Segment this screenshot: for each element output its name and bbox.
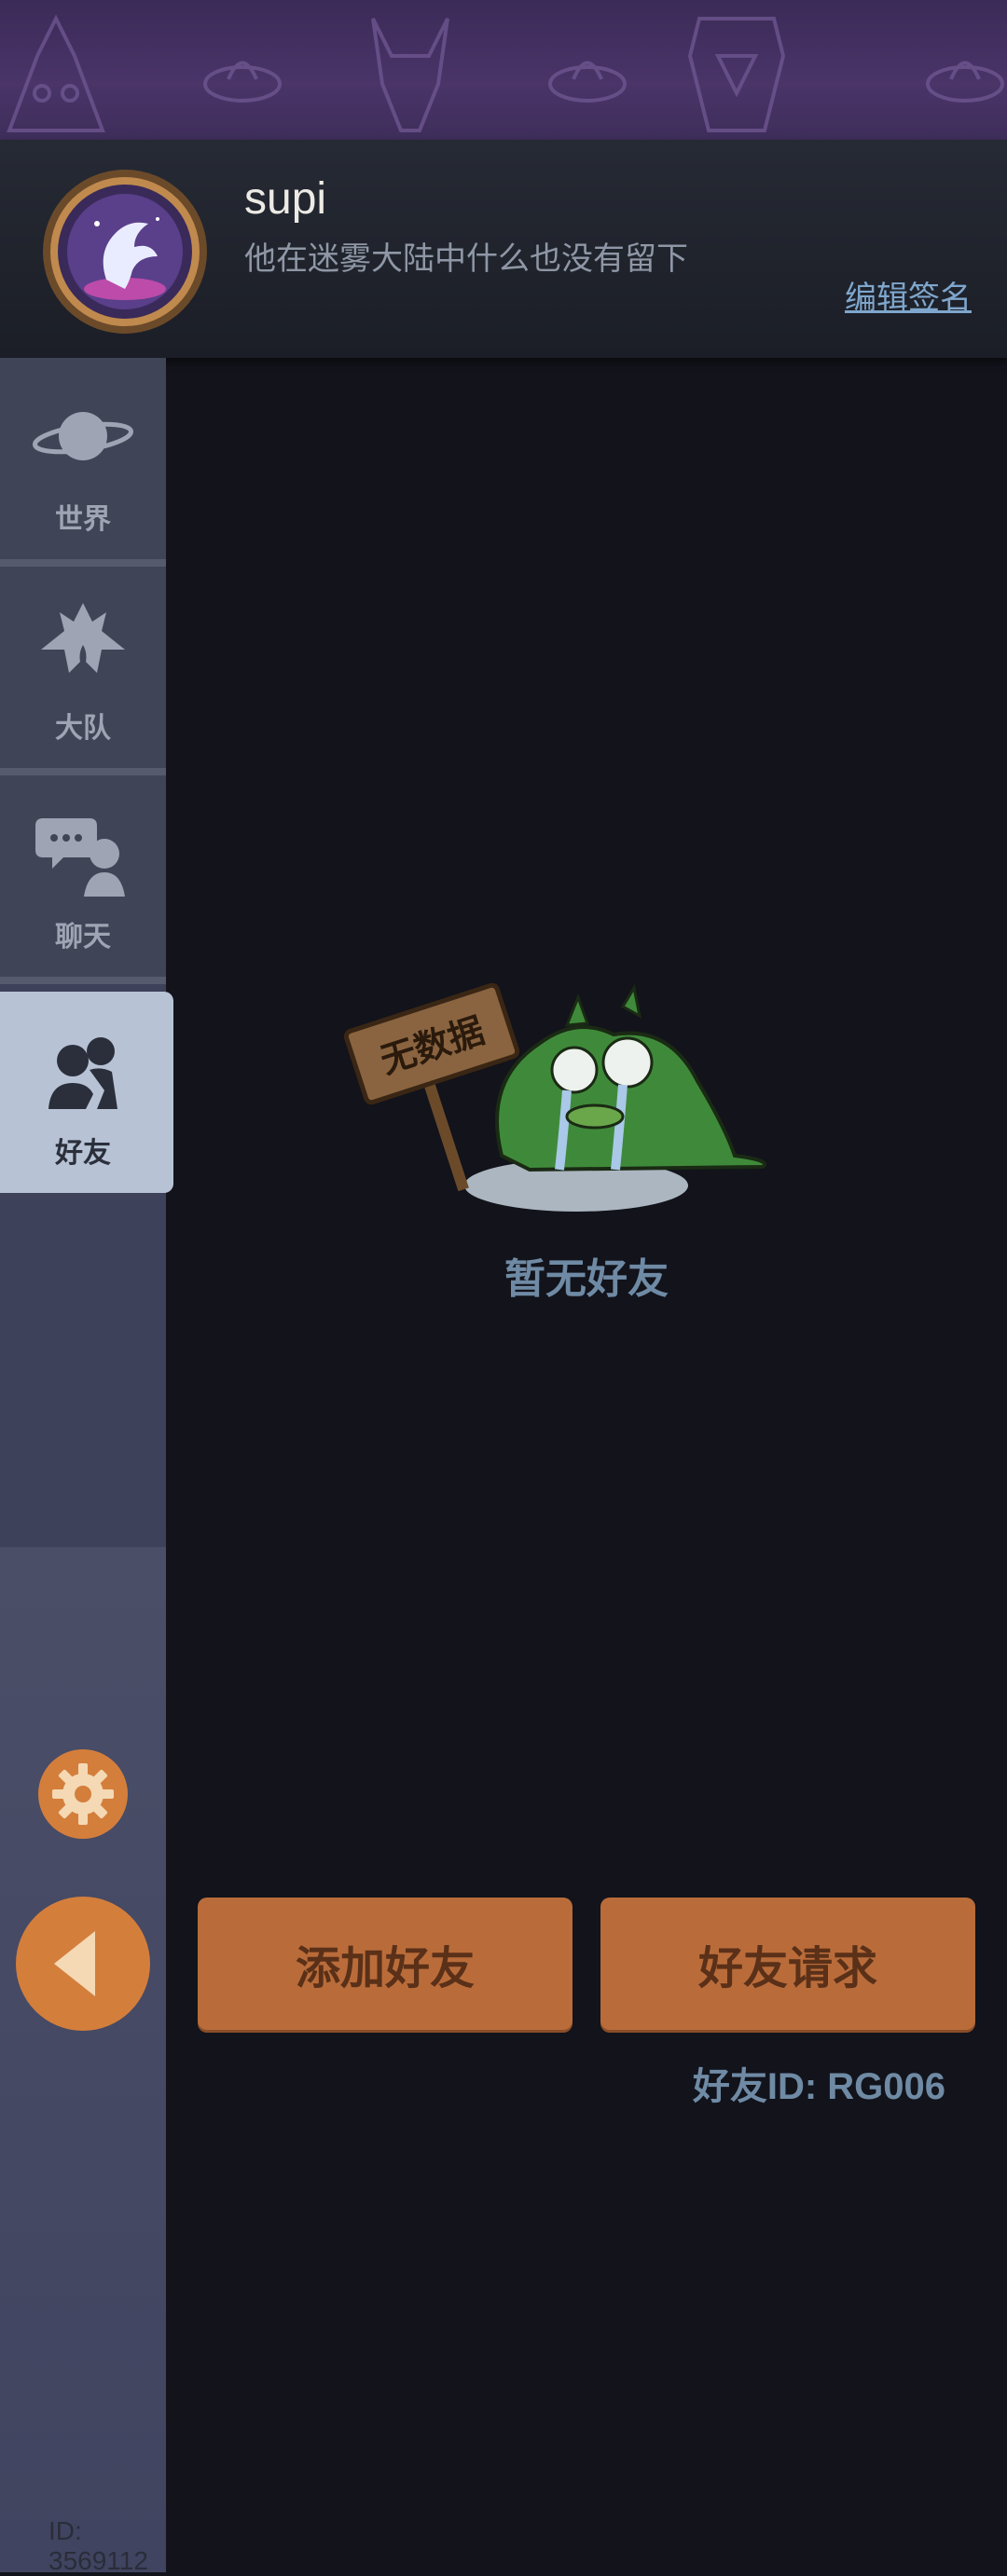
user-id-text: ID: 3569112 xyxy=(48,2516,148,2575)
tab-world[interactable]: 世界 xyxy=(0,358,166,559)
tab-friends-label: 好友 xyxy=(55,1137,111,1170)
chat-bubbles-icon xyxy=(35,818,125,897)
friend-requests-button[interactable]: 好友请求 xyxy=(600,1898,975,2030)
add-friend-button[interactable]: 添加好友 xyxy=(198,1898,572,2030)
decorative-banner xyxy=(0,0,1007,140)
tab-guild-label: 大队 xyxy=(55,712,111,745)
tab-chat[interactable]: 聊天 xyxy=(0,775,166,977)
guild-flame-icon xyxy=(41,603,125,673)
avatar[interactable] xyxy=(41,168,209,336)
tab-guild[interactable]: 大队 xyxy=(0,567,166,768)
username: supi xyxy=(244,174,327,224)
back-button[interactable] xyxy=(15,1896,151,2032)
gear-icon[interactable] xyxy=(37,1748,129,1840)
signature-text: 他在迷雾大陆中什么也没有留下 xyxy=(244,240,688,278)
divider xyxy=(0,768,166,775)
tab-world-label: 世界 xyxy=(55,503,111,536)
divider xyxy=(0,977,166,984)
friends-icon xyxy=(48,1037,117,1109)
empty-frog-illustration: 无数据 xyxy=(343,982,766,1212)
edit-signature-link[interactable]: 编辑签名 xyxy=(845,272,972,318)
tab-friends[interactable]: 好友 xyxy=(0,992,173,1193)
divider xyxy=(0,559,166,567)
profile-header: supi 他在迷雾大陆中什么也没有留下 编辑签名 xyxy=(0,140,1007,358)
tab-chat-label: 聊天 xyxy=(55,921,111,953)
planet-icon xyxy=(32,412,134,460)
sidebar-lower-panel xyxy=(0,1547,166,2572)
empty-state-message: 暂无好友 xyxy=(504,1255,669,1303)
friend-id-text: 好友ID: RG006 xyxy=(692,2066,945,2107)
